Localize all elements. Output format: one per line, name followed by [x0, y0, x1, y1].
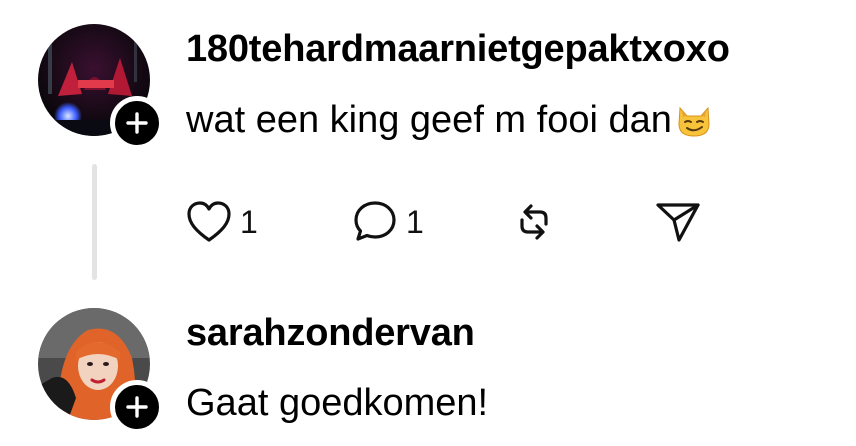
- post-avatar-container[interactable]: [38, 24, 164, 150]
- post-text-content: Gaat goedkomen!: [186, 382, 489, 424]
- reply-button[interactable]: 1: [352, 196, 424, 248]
- repost-button[interactable]: [512, 196, 556, 248]
- post-avatar-container[interactable]: [38, 308, 164, 434]
- follow-button[interactable]: [110, 380, 164, 434]
- heart-icon: [187, 201, 231, 242]
- send-icon: [656, 203, 700, 242]
- post-text-content: wat een king geef m fooi dan: [186, 99, 672, 141]
- post-text: Gaat goedkomen!: [186, 384, 488, 422]
- like-count: 1: [240, 203, 258, 240]
- plus-icon: [126, 112, 148, 134]
- smirking-cat-emoji: [678, 106, 710, 137]
- share-button[interactable]: [654, 196, 702, 248]
- post-username[interactable]: 180tehardmaarnietgepaktxoxo: [186, 30, 730, 68]
- post-text: wat een king geef m fooi dan: [186, 100, 714, 140]
- thread-line: [92, 164, 97, 280]
- post-actions-bar: 1 1: [186, 196, 726, 248]
- reply-count: 1: [406, 203, 424, 240]
- like-button[interactable]: 1: [186, 196, 258, 248]
- repost-icon: [520, 204, 548, 240]
- post-username[interactable]: sarahzondervan: [186, 314, 475, 352]
- follow-button[interactable]: [110, 96, 164, 150]
- plus-icon: [126, 396, 148, 418]
- comment-bubble-icon: [354, 201, 396, 241]
